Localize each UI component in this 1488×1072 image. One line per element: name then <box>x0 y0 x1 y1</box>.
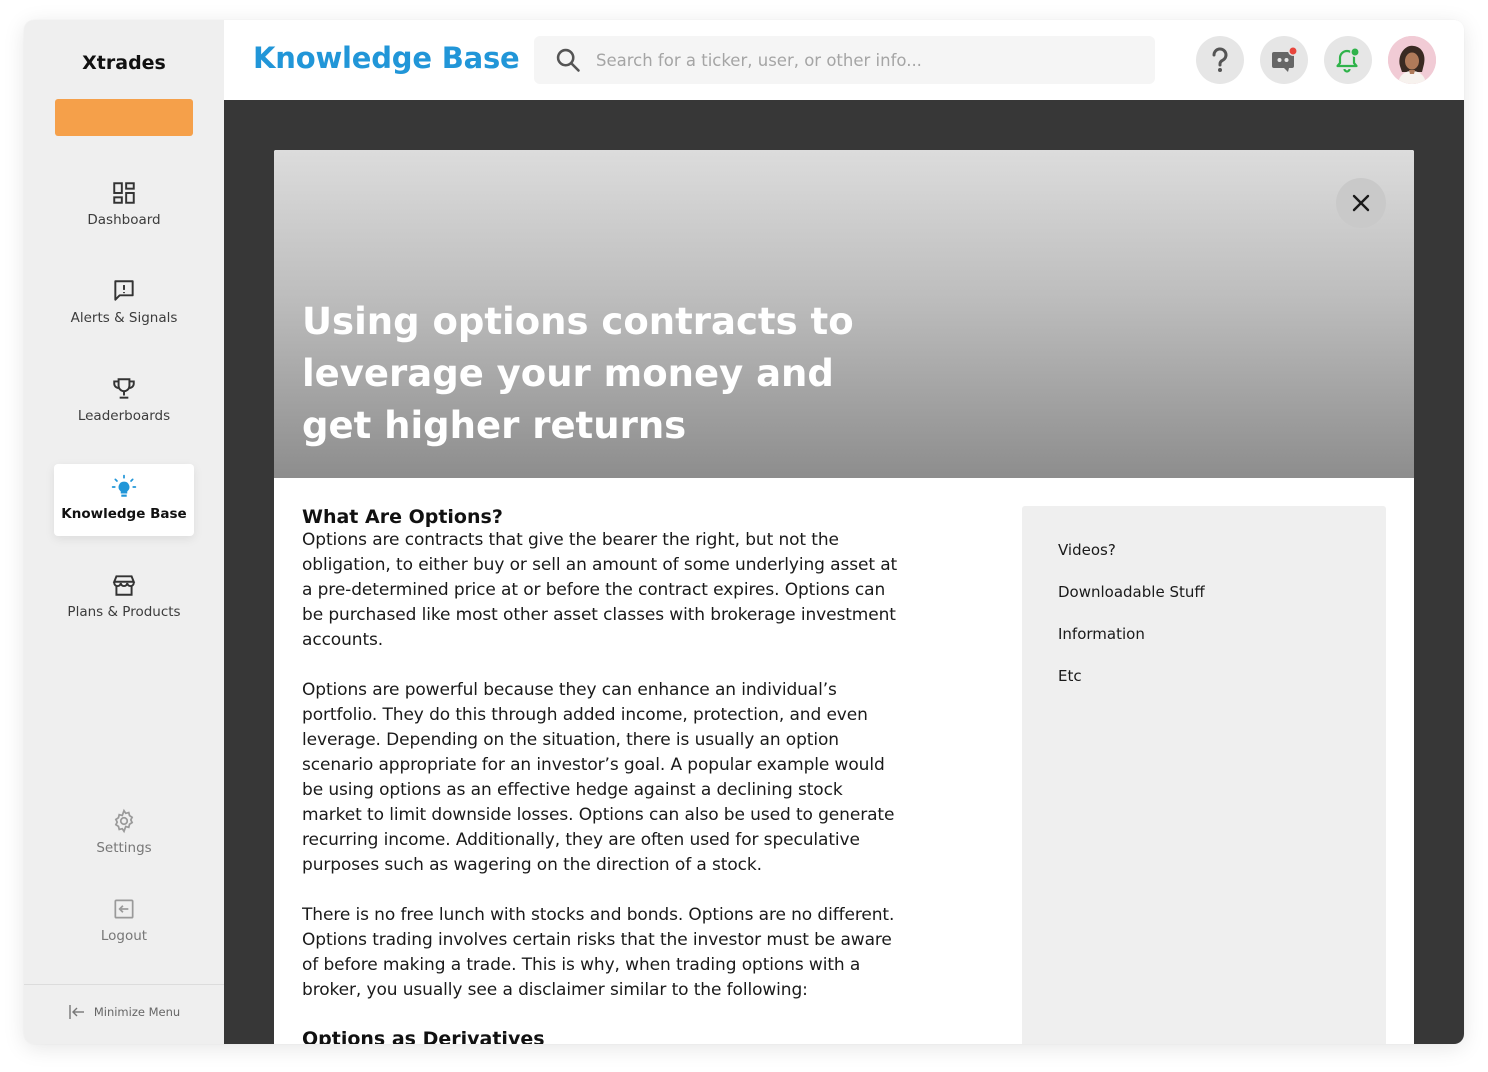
notification-bell-icon <box>1336 47 1360 73</box>
article-paragraph: There is no free lunch with stocks and b… <box>302 905 895 1000</box>
logout-icon <box>114 899 134 919</box>
resource-link-information[interactable]: Information <box>1058 625 1145 643</box>
minimize-menu-label: Minimize Menu <box>93 1005 181 1019</box>
avatar-image <box>1388 36 1436 84</box>
sidebar-item-label: Logout <box>100 928 148 944</box>
article-modal: Using options contracts to leverage your… <box>274 150 1414 1044</box>
sidebar-divider <box>24 984 224 985</box>
resource-link-downloads[interactable]: Downloadable Stuff <box>1058 583 1205 601</box>
sidebar-item-leaderboards[interactable]: Leaderboards <box>54 366 194 438</box>
primary-action-button[interactable] <box>55 99 193 136</box>
search-bar[interactable] <box>534 36 1155 84</box>
sidebar-item-label: Knowledge Base <box>61 506 187 522</box>
help-button[interactable] <box>1196 36 1244 84</box>
gear-icon <box>114 808 134 834</box>
article-paragraph: Options are contracts that give the bear… <box>302 530 898 650</box>
sidebar-item-plans-products[interactable]: Plans & Products <box>54 562 194 634</box>
sidebar-item-label: Leaderboards <box>77 408 171 424</box>
close-icon <box>1352 194 1370 212</box>
trophy-icon <box>113 378 135 399</box>
help-icon <box>1212 47 1228 72</box>
brand-name: Xtrades <box>82 52 166 74</box>
article-paragraph: Options are powerful because they can en… <box>302 680 895 875</box>
discord-icon <box>1272 46 1298 72</box>
notifications-button[interactable] <box>1324 36 1372 84</box>
user-avatar[interactable] <box>1388 36 1436 84</box>
storefront-icon <box>112 575 136 596</box>
resource-link-etc[interactable]: Etc <box>1058 667 1082 685</box>
minimize-menu-button[interactable]: Minimize Menu <box>24 1004 224 1020</box>
section-subheading: Options as Derivatives <box>302 1028 545 1044</box>
app-window: Xtrades Dashboard Alerts & Signals Leade… <box>24 20 1464 1044</box>
sidebar-item-label: Alerts & Signals <box>70 310 178 326</box>
search-input[interactable] <box>596 50 1116 70</box>
chat-community-button[interactable] <box>1260 36 1308 84</box>
alert-message-icon <box>114 280 134 301</box>
article-title: Using options contracts to leverage your… <box>302 300 854 447</box>
sidebar-item-alerts-signals[interactable]: Alerts & Signals <box>54 268 194 340</box>
sidebar-item-label: Settings <box>96 840 152 856</box>
sidebar-item-label: Plans & Products <box>67 604 181 620</box>
sidebar-item-logout[interactable]: Logout <box>54 886 194 958</box>
dashboard-icon <box>113 182 135 204</box>
article-body: What Are Options? Options are contracts … <box>302 506 902 1044</box>
sidebar-item-dashboard[interactable]: Dashboard <box>54 170 194 242</box>
section-heading: What Are Options? <box>302 506 503 528</box>
close-button[interactable] <box>1336 178 1386 228</box>
sidebar-item-knowledge-base[interactable]: Knowledge Base <box>54 464 194 536</box>
resources-panel: Videos? Downloadable Stuff Information E… <box>1022 506 1386 1044</box>
top-header: Knowledge Base <box>224 20 1464 100</box>
sidebar-item-label: Dashboard <box>87 212 161 228</box>
content-area: Using options contracts to leverage your… <box>224 100 1464 1044</box>
lightbulb-icon <box>111 474 137 497</box>
sidebar-item-settings[interactable]: Settings <box>54 798 194 870</box>
page-title: Knowledge Base <box>253 41 520 75</box>
article-hero: Using options contracts to leverage your… <box>274 150 1414 478</box>
search-icon <box>556 48 580 72</box>
sidebar: Xtrades Dashboard Alerts & Signals Leade… <box>24 20 224 1044</box>
resource-link-videos[interactable]: Videos? <box>1058 541 1116 559</box>
collapse-arrow-icon <box>69 1005 84 1019</box>
